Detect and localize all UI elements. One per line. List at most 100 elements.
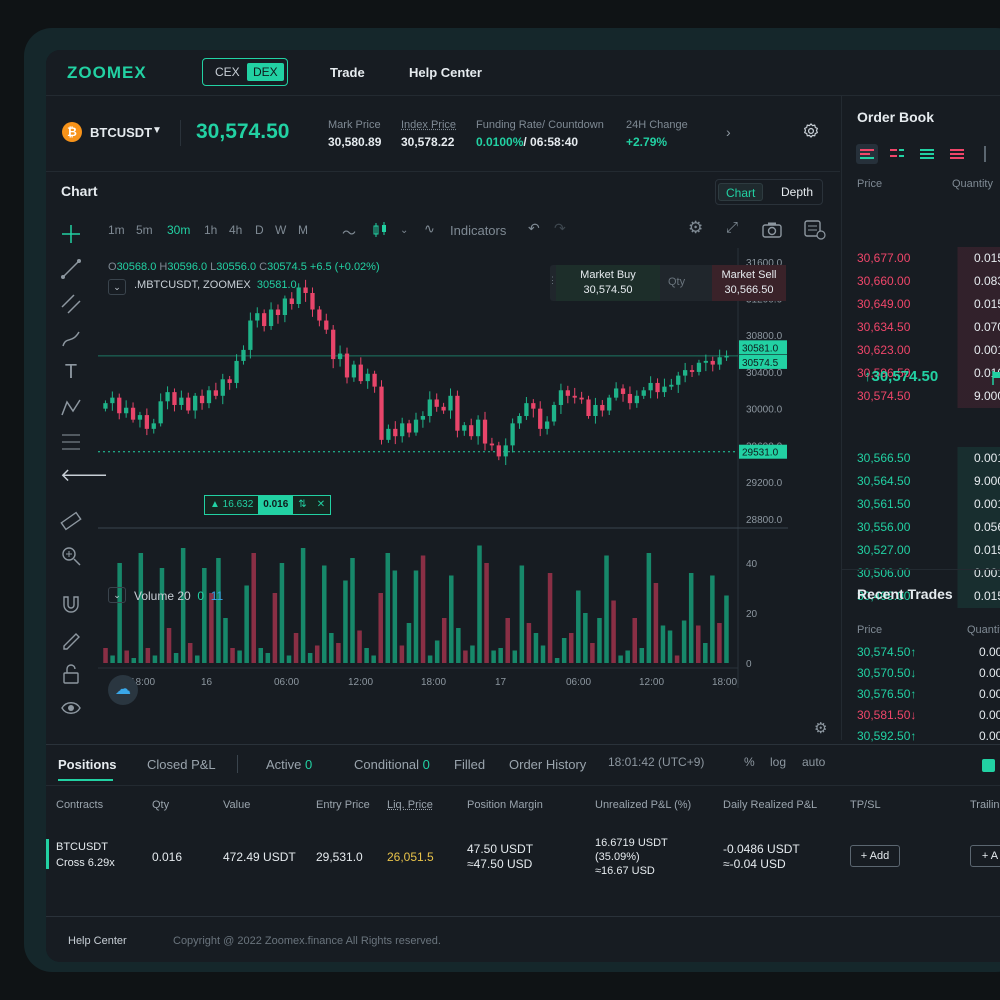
- bid-row[interactable]: 30,527.00 0.015: [842, 539, 1000, 562]
- eye-icon[interactable]: [60, 697, 82, 719]
- market-sell-button[interactable]: Market Sell 30,566.50: [712, 265, 786, 301]
- footer-help-center[interactable]: Help Center: [68, 935, 127, 947]
- price-tick-label: 28800.0: [746, 515, 783, 526]
- zoom-in-icon[interactable]: [60, 545, 82, 567]
- indicators-icon[interactable]: ∿: [424, 221, 435, 237]
- timeframe-4h[interactable]: 4h: [229, 223, 242, 237]
- timeframe-M[interactable]: M: [298, 223, 308, 237]
- timeframe-1h[interactable]: 1h: [204, 223, 217, 237]
- nav-help-center[interactable]: Help Center: [409, 65, 482, 80]
- undo-icon[interactable]: ↶: [528, 220, 540, 237]
- crosshair-icon[interactable]: [60, 223, 82, 245]
- axis-settings-icon[interactable]: ⚙: [814, 719, 827, 737]
- bid-row[interactable]: 30,561.50 0.001: [842, 493, 1000, 516]
- channel-tool-icon[interactable]: [60, 293, 82, 315]
- lock-drawing-icon[interactable]: [60, 628, 82, 650]
- chart-depth-switch[interactable]: Chart Depth: [715, 179, 823, 205]
- candle-body: [337, 353, 343, 360]
- trend-line-icon[interactable]: [60, 258, 82, 280]
- ask-row[interactable]: 30,623.00 0.001: [842, 339, 1000, 362]
- ask-row[interactable]: 30,574.50 9.000: [842, 385, 1000, 408]
- tab-closed-pnl[interactable]: Closed P&L: [147, 757, 216, 772]
- collapse-series-button[interactable]: ⌄: [108, 279, 126, 295]
- price: 30,564.50: [857, 474, 911, 488]
- tab-order-history[interactable]: Order History: [509, 757, 586, 772]
- chevron-down-icon[interactable]: ⌄: [400, 225, 408, 236]
- cex-option[interactable]: CEX: [209, 63, 246, 81]
- price: 30,527.00: [857, 543, 911, 557]
- nav-trade[interactable]: Trade: [330, 65, 365, 80]
- tab-filled[interactable]: Filled: [454, 757, 485, 772]
- ruler-icon[interactable]: [60, 510, 82, 532]
- chevron-right-icon[interactable]: ›: [726, 124, 731, 140]
- fib-tool-icon[interactable]: [60, 431, 82, 453]
- cloud-icon[interactable]: ☁: [108, 675, 138, 705]
- timeframe-5m[interactable]: 5m: [136, 223, 153, 237]
- caret-down-icon[interactable]: ▼: [152, 125, 162, 136]
- collapse-volume-button[interactable]: ⌄: [108, 587, 126, 603]
- position-contract[interactable]: BTCUSDT: [56, 841, 108, 853]
- book-both-icon[interactable]: [856, 144, 878, 164]
- chart-settings-icon[interactable]: ⚙: [688, 218, 703, 238]
- position-line-tag[interactable]: ▲ 16.632 0.016 ⇅ ✕: [204, 495, 332, 515]
- timeframe-30m[interactable]: 30m: [167, 223, 190, 237]
- depth-view-button[interactable]: Depth: [774, 183, 820, 201]
- ask-row[interactable]: 30,634.50 0.070: [842, 316, 1000, 339]
- timeframe-W[interactable]: W: [275, 223, 286, 237]
- add-tpsl-button[interactable]: + Add: [850, 845, 900, 867]
- book-asks-icon[interactable]: [946, 144, 968, 164]
- tab-active[interactable]: Active 0: [266, 757, 312, 772]
- fullscreen-icon[interactable]: ⤢: [726, 219, 738, 236]
- redo-icon[interactable]: ↷: [554, 220, 566, 237]
- symbol-selector[interactable]: BTCUSDT: [90, 125, 152, 140]
- indicators-button[interactable]: Indicators: [450, 223, 506, 238]
- cex-dex-toggle[interactable]: CEX DEX: [202, 58, 288, 86]
- chart-properties-icon[interactable]: [804, 220, 826, 240]
- bid-row[interactable]: 30,564.50 9.000: [842, 470, 1000, 493]
- line-style-icon[interactable]: 〜: [342, 223, 356, 243]
- flag-icon[interactable]: [992, 371, 1000, 385]
- camera-icon[interactable]: [762, 222, 782, 238]
- top-bar: ZOOMEX CEX DEX Trade Help Center: [46, 50, 1000, 96]
- timeframe-1m[interactable]: 1m: [108, 223, 125, 237]
- timeframe-D[interactable]: D: [255, 223, 264, 237]
- brush-icon[interactable]: [60, 328, 82, 350]
- divider: [46, 785, 1000, 786]
- text-tool-icon[interactable]: T: [60, 361, 82, 383]
- book-bids-icon[interactable]: [916, 144, 938, 164]
- candlestick-chart[interactable]: 31600.031200.030800.030400.030000.029600…: [98, 248, 793, 728]
- bid-row[interactable]: 30,556.00 0.056: [842, 516, 1000, 539]
- bid-row[interactable]: 30,566.50 0.001: [842, 447, 1000, 470]
- candle-body: [282, 298, 288, 316]
- book-split-icon[interactable]: [886, 144, 908, 164]
- arrow-left-icon[interactable]: 🡐: [60, 465, 108, 487]
- candle-style-icon[interactable]: [372, 221, 388, 239]
- col-liq-price[interactable]: Liq. Price: [387, 799, 433, 811]
- magnet-icon[interactable]: [60, 593, 82, 615]
- dex-option[interactable]: DEX: [247, 63, 284, 81]
- candle-body: [296, 287, 301, 304]
- market-buy-button[interactable]: Market Buy 30,574.50: [556, 265, 660, 301]
- volume-bar: [336, 643, 341, 663]
- volume-bar: [413, 570, 419, 663]
- index-price-label[interactable]: Index Price: [401, 119, 456, 131]
- qty-input[interactable]: Qty: [668, 276, 685, 288]
- position-margin-usdt[interactable]: 47.50 USDT: [467, 842, 533, 856]
- tab-conditional[interactable]: Conditional 0: [354, 757, 430, 772]
- ask-row[interactable]: 30,677.00 0.015: [842, 247, 1000, 270]
- chart-view-button[interactable]: Chart: [718, 183, 764, 201]
- pattern-tool-icon[interactable]: [60, 397, 82, 419]
- add-trailing-button[interactable]: + A: [970, 845, 1000, 867]
- ask-row[interactable]: 30,660.00 0.083: [842, 270, 1000, 293]
- position-leverage[interactable]: Cross 6.29x: [56, 857, 115, 869]
- tab-positions[interactable]: Positions: [58, 757, 117, 772]
- bid-row[interactable]: 30,506.000.001: [842, 562, 1000, 585]
- show-all-checkbox[interactable]: [982, 759, 995, 772]
- quantity: 0.001: [974, 343, 1000, 357]
- quantity: 0.015: [974, 589, 1000, 603]
- more-options-icon[interactable]: [984, 146, 986, 162]
- settings-gear-icon[interactable]: [802, 122, 820, 140]
- ask-row[interactable]: 30,649.00 0.015: [842, 293, 1000, 316]
- zoomex-logo[interactable]: ZOOMEX: [67, 63, 147, 83]
- unlock-icon[interactable]: [60, 663, 82, 685]
